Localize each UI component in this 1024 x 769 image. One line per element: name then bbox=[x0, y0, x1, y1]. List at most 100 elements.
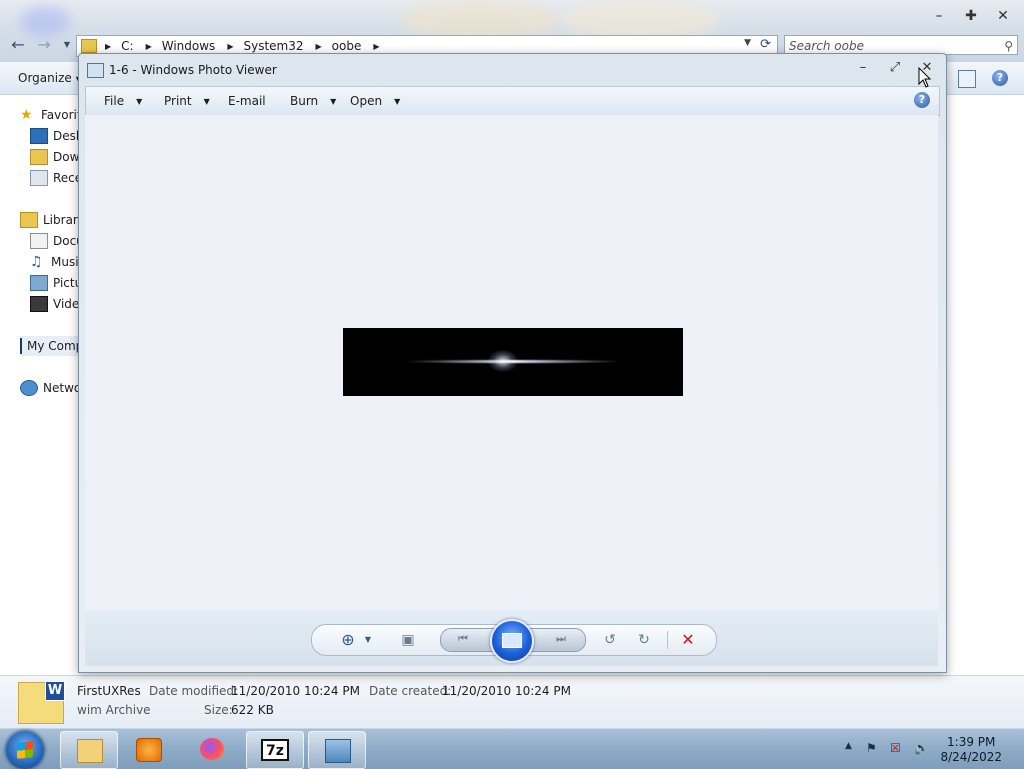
chevron-down-icon: ▼ bbox=[136, 97, 143, 106]
clock-date: 8/24/2022 bbox=[940, 750, 1002, 764]
previous-icon[interactable]: ⏮ bbox=[453, 630, 473, 648]
back-arrow-icon[interactable]: ← bbox=[9, 36, 27, 54]
bottom-toolbar: ⊕ ▼ ▣ ⏮ ⏭ ↺ ↻ ✕ bbox=[85, 610, 938, 666]
menu-open[interactable]: Open ▼ bbox=[350, 94, 400, 108]
menu-file[interactable]: File ▼ bbox=[104, 94, 142, 108]
rotate-right-icon[interactable]: ↻ bbox=[634, 631, 654, 649]
taskbar-photo-viewer[interactable] bbox=[308, 731, 366, 769]
breadcrumb-arrow-icon: ▶ bbox=[227, 41, 234, 51]
libraries-icon bbox=[20, 212, 38, 228]
forward-arrow-icon[interactable]: → bbox=[35, 36, 53, 54]
downloads-icon bbox=[30, 149, 48, 165]
organize-button[interactable]: Organize▼ bbox=[18, 71, 82, 85]
wim-badge-icon: W bbox=[45, 681, 65, 701]
refresh-icon[interactable]: ⟳ bbox=[760, 37, 771, 52]
documents-icon bbox=[30, 233, 48, 249]
next-icon[interactable]: ⏭ bbox=[551, 630, 571, 648]
maximize-icon[interactable]: ✚ bbox=[964, 8, 978, 24]
pictures-icon bbox=[30, 275, 48, 291]
chevron-down-icon: ▼ bbox=[203, 97, 210, 106]
media-player-icon bbox=[136, 738, 162, 762]
date-created-value: 11/20/2010 10:24 PM bbox=[442, 684, 571, 698]
actual-size-icon[interactable]: ▣ bbox=[398, 631, 418, 649]
zoom-icon[interactable]: ⊕ bbox=[338, 631, 358, 649]
chevron-down-icon: ▼ bbox=[394, 97, 401, 106]
displayed-image bbox=[343, 328, 683, 396]
photo-viewer-window: 1-6 - Windows Photo Viewer – ⤢ ✕ File ▼ P… bbox=[78, 53, 947, 673]
breadcrumb-item[interactable]: System32 bbox=[243, 39, 303, 53]
close-icon[interactable]: ✕ bbox=[996, 8, 1010, 24]
menu-email[interactable]: E-mail bbox=[228, 94, 266, 108]
address-dropdown-icon[interactable]: ▼ bbox=[744, 38, 751, 48]
clock[interactable]: 1:39 PM 8/24/2022 bbox=[940, 735, 1002, 765]
maximize-icon[interactable]: ⤢ bbox=[888, 60, 902, 75]
breadcrumb-arrow-icon: ▶ bbox=[315, 41, 322, 51]
breadcrumb-item[interactable]: oobe bbox=[332, 39, 362, 53]
menu-label: File bbox=[104, 94, 125, 108]
breadcrumb-arrow-icon[interactable]: ▶ bbox=[373, 42, 379, 51]
image-canvas bbox=[85, 115, 938, 610]
search-placeholder: Search oobe bbox=[789, 39, 864, 53]
menu-bar: File ▼ Print ▼ E-mail Burn ▼ Open ▼ ? bbox=[85, 86, 940, 116]
menu-label: Burn bbox=[290, 94, 319, 108]
window-title: 1-6 - Windows Photo Viewer bbox=[109, 63, 277, 77]
7zip-icon: 7z bbox=[261, 739, 289, 761]
menu-print[interactable]: Print ▼ bbox=[164, 94, 210, 108]
network-icon bbox=[20, 380, 38, 396]
taskbar: 7z ▲ ⚑ ☒ 🔈 1:39 PM 8/24/2022 bbox=[0, 728, 1024, 769]
show-hidden-icons-icon[interactable]: ▲ bbox=[845, 741, 859, 755]
minimize-icon[interactable]: – bbox=[932, 8, 946, 24]
menu-label: E-mail bbox=[228, 94, 266, 108]
rotate-left-icon[interactable]: ↺ bbox=[600, 631, 620, 649]
search-icon[interactable]: ⚲ bbox=[1004, 36, 1013, 56]
folder-icon bbox=[81, 39, 97, 53]
details-pane: W FirstUXRes wim Archive Date modified: … bbox=[0, 675, 1024, 729]
videos-icon bbox=[30, 296, 48, 312]
date-modified-label: Date modified: bbox=[149, 684, 239, 698]
search-input[interactable]: Search oobe ⚲ bbox=[784, 35, 1018, 55]
size-label: Size: bbox=[204, 703, 233, 717]
navigation-pane: ★Favorites Desktop Downloads Recent Plac… bbox=[0, 95, 136, 675]
help-icon[interactable]: ? bbox=[914, 92, 930, 108]
date-created-label: Date created: bbox=[369, 684, 452, 698]
breadcrumb-item[interactable]: C: bbox=[121, 39, 133, 53]
taskbar-media-player[interactable] bbox=[120, 731, 176, 767]
nav-item-music[interactable]: ♫ Music bbox=[30, 252, 85, 272]
delete-icon[interactable]: ✕ bbox=[678, 631, 698, 649]
taskbar-explorer[interactable] bbox=[60, 731, 118, 769]
slideshow-icon[interactable] bbox=[490, 619, 534, 663]
music-icon: ♫ bbox=[30, 254, 43, 270]
breadcrumb-arrow-icon: ▶ bbox=[105, 41, 112, 51]
mouse-cursor-icon bbox=[918, 67, 932, 88]
menu-burn[interactable]: Burn ▼ bbox=[290, 94, 336, 108]
file-type: wim Archive bbox=[77, 703, 151, 717]
computer-icon bbox=[20, 338, 22, 354]
organize-label: Organize bbox=[18, 71, 72, 85]
photo-viewer-icon bbox=[325, 739, 351, 763]
light-glow bbox=[488, 350, 518, 372]
slideshow-picture-glyph bbox=[502, 633, 522, 648]
network-status-icon[interactable]: ☒ bbox=[890, 741, 904, 755]
preview-pane-icon[interactable] bbox=[958, 70, 976, 88]
recent-icon bbox=[30, 170, 48, 186]
volume-icon[interactable]: 🔈 bbox=[914, 741, 929, 755]
playback-controls: ⊕ ▼ ▣ ⏮ ⏭ ↺ ↻ ✕ bbox=[311, 619, 717, 663]
action-center-icon[interactable]: ⚑ bbox=[866, 741, 880, 755]
breadcrumb-arrow-icon: ▶ bbox=[145, 41, 152, 51]
minimize-icon[interactable]: – bbox=[856, 60, 870, 75]
zoom-dropdown-icon[interactable]: ▼ bbox=[358, 631, 378, 649]
start-button[interactable] bbox=[6, 731, 44, 769]
wim-archive-icon: W bbox=[18, 681, 65, 724]
explorer-icon bbox=[77, 739, 103, 763]
taskbar-firefox[interactable] bbox=[184, 731, 240, 767]
file-name: FirstUXRes bbox=[77, 684, 141, 698]
taskbar-7zip[interactable]: 7z bbox=[246, 731, 304, 769]
photo-viewer-app-icon bbox=[87, 63, 104, 78]
clock-time: 1:39 PM bbox=[947, 735, 996, 749]
recent-pages-chevron-icon[interactable]: ▼ bbox=[58, 36, 76, 54]
chevron-down-icon: ▼ bbox=[330, 97, 337, 106]
help-icon[interactable]: ? bbox=[992, 70, 1008, 86]
date-modified-value: 11/20/2010 10:24 PM bbox=[231, 684, 360, 698]
breadcrumb-item[interactable]: Windows bbox=[162, 39, 216, 53]
menu-label: Print bbox=[164, 94, 192, 108]
